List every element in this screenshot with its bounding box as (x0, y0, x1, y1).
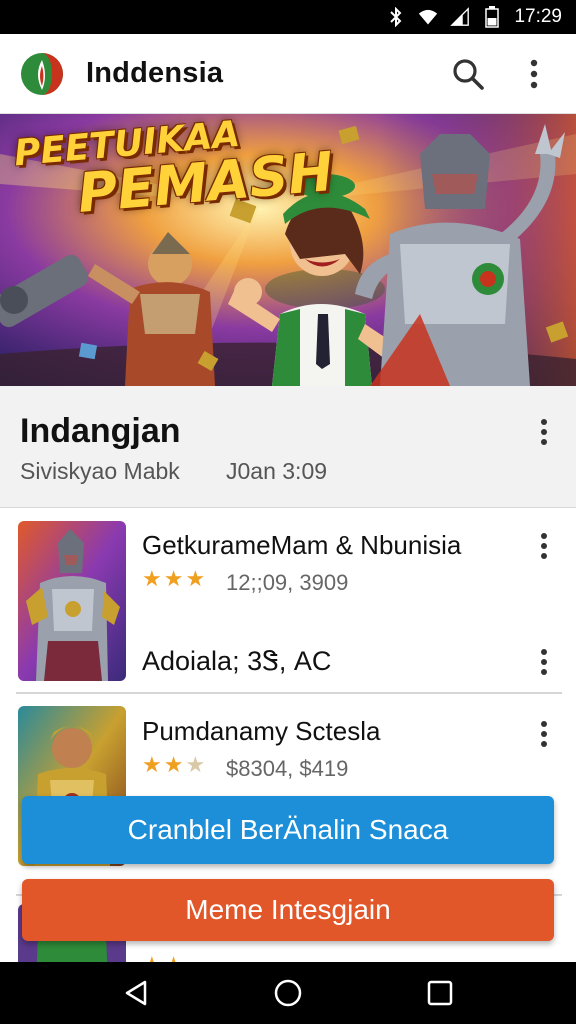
star-icon: ★ (142, 566, 162, 591)
app-title: Inddensia (86, 57, 224, 89)
bluetooth-icon (386, 7, 406, 27)
more-vert-icon (541, 533, 547, 539)
star-icon: ★ (163, 566, 184, 591)
system-nav-bar (0, 962, 576, 1024)
section-date: J0an 3:09 (226, 458, 328, 484)
star-icon: ★ (142, 752, 162, 777)
star-half-icon: ★ (185, 752, 206, 777)
more-options-button[interactable] (512, 52, 556, 96)
hero-banner[interactable]: PEETUIKAA PEMASH (0, 114, 576, 386)
item-more-button[interactable] (532, 528, 556, 564)
item-meta: 12;;09, 3909 (226, 570, 349, 595)
star-rating: ★ ★ ★ (142, 568, 205, 590)
section-subtitle: Siviskyao Mabk (20, 458, 180, 484)
secondary-action-button[interactable]: Meme Intesgjain (22, 879, 554, 941)
list-item[interactable]: GetkurameMam & Nbunisia ★ ★ ★ 12;;09, 39… (0, 508, 576, 692)
recents-icon (427, 980, 453, 1006)
screen: 17:29 Inddensia PEETUIKAA PEMASH Indangj… (0, 0, 576, 1024)
item-meta: $8304, $419 (226, 756, 349, 781)
recents-button[interactable] (418, 971, 462, 1015)
item-title: Pumdanamy Sctesla (142, 716, 381, 746)
more-vert-icon (530, 59, 538, 88)
search-icon (453, 58, 484, 90)
home-icon (274, 979, 302, 1007)
item-more-button[interactable] (532, 716, 556, 752)
list-item[interactable]: Pumdanamy Sctesla ★ ★ ★ $8304, $419 (0, 694, 576, 894)
signal-icon (450, 7, 470, 27)
star-icon: ★ (185, 566, 206, 591)
status-bar: 17:29 (0, 0, 576, 34)
wifi-icon (418, 7, 438, 27)
app-logo (20, 52, 64, 96)
star-rating: ★ ★ ★ (142, 754, 205, 776)
battery-icon (482, 6, 502, 28)
back-icon (125, 980, 147, 1006)
back-button[interactable] (114, 971, 158, 1015)
primary-action-button[interactable]: Cranblel BerÄnalin Snaca (22, 796, 554, 864)
star-icon: ★ (163, 752, 184, 777)
more-vert-icon (541, 419, 547, 425)
item-title: GetkurameMam & Nbunisia (142, 530, 462, 560)
home-button[interactable] (266, 971, 310, 1015)
more-vert-icon (541, 649, 547, 655)
game-thumbnail[interactable] (18, 521, 126, 681)
section-header: Indangjan Siviskyao Mabk J0an 3:09 (0, 386, 576, 508)
more-vert-icon (541, 721, 547, 727)
search-button[interactable] (446, 52, 490, 96)
item-subtitle: Adoiala; 3Ꮥ, AC (142, 646, 332, 676)
app-bar: Inddensia (0, 34, 576, 114)
section-title: Indangjan (20, 412, 181, 450)
item-more-button-secondary[interactable] (532, 644, 556, 680)
status-time: 17:29 (514, 6, 562, 27)
section-more-button[interactable] (532, 414, 556, 450)
